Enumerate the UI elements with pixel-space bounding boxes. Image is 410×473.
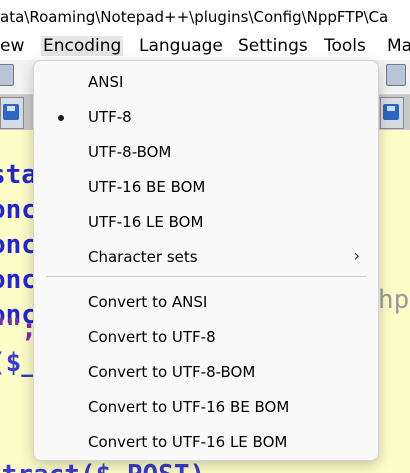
menu-macro[interactable]: Ma <box>385 36 410 56</box>
code-fragment: hp <box>378 285 410 315</box>
code-line: onc <box>0 230 37 260</box>
encoding-dropdown-menu: ANSI UTF-8 UTF-8-BOM UTF-16 BE BOM UTF-1… <box>33 60 379 461</box>
tab-file-right[interactable] <box>380 97 404 129</box>
code-line: ""; <box>0 314 37 344</box>
print-icon[interactable] <box>0 64 14 86</box>
menu-item-utf8[interactable]: UTF-8 <box>38 100 374 135</box>
menu-item-character-sets[interactable]: Character sets › <box>38 240 374 275</box>
code-line: onc <box>0 195 37 225</box>
window-titlebar: ata\Roaming\Notepad++\plugins\Config\Npp… <box>0 0 410 32</box>
menu-item-utf16-be-bom[interactable]: UTF-16 BE BOM <box>38 170 374 205</box>
window-title: ata\Roaming\Notepad++\plugins\Config\Npp… <box>0 8 389 26</box>
code-line: sta <box>0 160 37 190</box>
menu-item-convert-utf16-be-bom[interactable]: Convert to UTF-16 BE BOM <box>38 390 374 425</box>
code-line: xtract($_POST) <box>0 460 205 473</box>
menu-bar: ew Encoding Language Settings Tools Ma <box>0 32 410 60</box>
code-line: onc <box>0 265 37 295</box>
code-line: ($_ <box>0 348 37 378</box>
save-disk-icon <box>3 104 19 120</box>
menu-item-utf16-le-bom[interactable]: UTF-16 LE BOM <box>38 205 374 240</box>
menu-item-utf8-bom[interactable]: UTF-8-BOM <box>38 135 374 170</box>
menu-settings[interactable]: Settings <box>236 36 310 56</box>
menu-item-ansi[interactable]: ANSI <box>38 65 374 100</box>
chevron-right-icon: › <box>353 246 360 265</box>
menu-view[interactable]: ew <box>0 36 26 56</box>
selected-bullet-icon <box>58 115 64 121</box>
menu-tools[interactable]: Tools <box>322 36 368 56</box>
menu-item-convert-utf8-bom[interactable]: Convert to UTF-8-BOM <box>38 355 374 390</box>
tab-file[interactable] <box>0 97 24 129</box>
menu-separator <box>46 276 366 277</box>
menu-item-convert-ansi[interactable]: Convert to ANSI <box>38 285 374 320</box>
toolbar-icon[interactable] <box>386 64 406 86</box>
menu-item-convert-utf16-le-bom[interactable]: Convert to UTF-16 LE BOM <box>38 425 374 460</box>
menu-encoding[interactable]: Encoding <box>41 36 124 56</box>
menu-item-convert-utf8[interactable]: Convert to UTF-8 <box>38 320 374 355</box>
menu-language[interactable]: Language <box>137 36 225 56</box>
save-disk-icon <box>383 104 399 120</box>
